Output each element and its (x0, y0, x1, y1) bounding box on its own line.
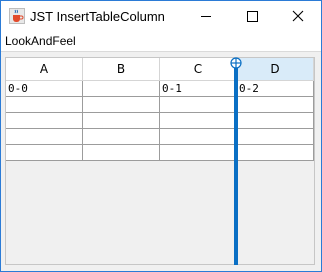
crosshair-circle-icon (230, 57, 242, 69)
menu-lookandfeel[interactable]: LookAndFeel (5, 34, 76, 48)
table-cell[interactable] (160, 129, 237, 145)
table-cell[interactable] (83, 81, 160, 97)
table-cell[interactable] (83, 97, 160, 113)
table-cell[interactable] (83, 129, 160, 145)
column-header-d[interactable]: D (237, 58, 314, 81)
table-cell[interactable] (6, 129, 83, 145)
close-button[interactable] (275, 1, 321, 32)
java-cup-icon (9, 8, 25, 24)
minimize-icon (201, 16, 211, 17)
table-cell[interactable] (237, 145, 314, 161)
menu-bar: LookAndFeel (1, 32, 321, 52)
table-cell[interactable] (160, 113, 237, 129)
table-cell[interactable] (237, 129, 314, 145)
table-cell[interactable] (237, 97, 314, 113)
table-cell[interactable] (6, 97, 83, 113)
maximize-button[interactable] (229, 1, 275, 32)
table-cell[interactable]: 0-1 (160, 81, 237, 97)
column-drop-indicator (234, 59, 238, 265)
table-cell[interactable] (6, 113, 83, 129)
table-cell[interactable]: 0-2 (237, 81, 314, 97)
column-header-c[interactable]: C (160, 58, 237, 81)
maximize-icon (247, 11, 258, 22)
table-cell[interactable] (83, 145, 160, 161)
table-cell[interactable] (6, 145, 83, 161)
column-header-b[interactable]: B (83, 58, 160, 81)
table-cell[interactable] (160, 145, 237, 161)
column-header-a[interactable]: A (6, 58, 83, 81)
title-bar[interactable]: JST InsertTableColumn (1, 1, 321, 32)
table-cell[interactable] (160, 97, 237, 113)
window-title: JST InsertTableColumn (30, 9, 165, 24)
close-icon (292, 10, 304, 22)
table-cell[interactable] (237, 113, 314, 129)
table-cell[interactable] (83, 113, 160, 129)
minimize-button[interactable] (183, 1, 229, 32)
table-cell[interactable]: 0-0 (6, 81, 83, 97)
